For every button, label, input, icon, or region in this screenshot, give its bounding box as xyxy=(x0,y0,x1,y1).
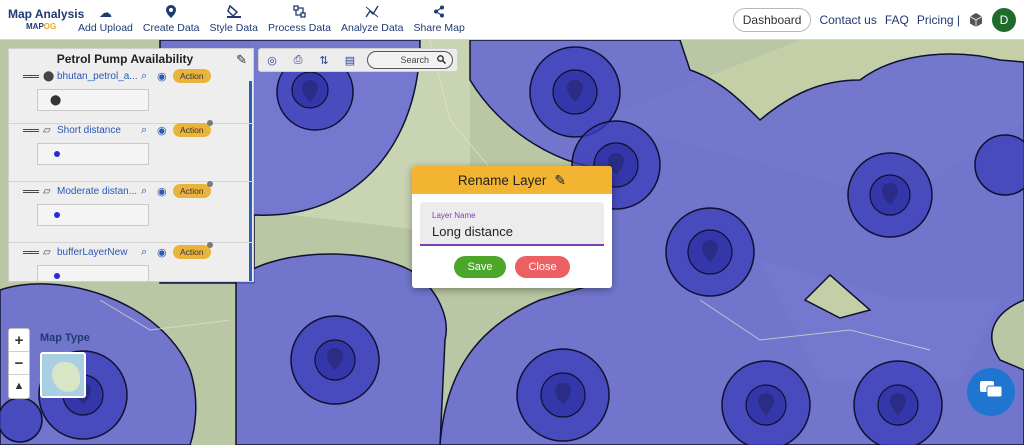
layer-row: ══ ▱ Short distance ⌕ ◉ Action xyxy=(9,120,253,181)
edit-icon[interactable]: ✎ xyxy=(236,52,247,68)
paint-bucket-icon xyxy=(226,4,241,20)
action-button[interactable]: Action xyxy=(173,242,213,259)
search-icon xyxy=(437,54,446,66)
legend-dot xyxy=(54,212,60,218)
status-dot xyxy=(206,181,213,187)
dialog-title: Rename Layer xyxy=(457,172,547,188)
brand-title: Map Analysis xyxy=(8,7,85,21)
status-dot xyxy=(206,242,213,248)
layer-name[interactable]: Moderate distan... xyxy=(57,186,141,197)
polygon-icon: ▱ xyxy=(43,185,51,197)
zoom-out-button[interactable]: − xyxy=(9,352,29,375)
brand-logo[interactable]: Map Analysis MAPOG xyxy=(0,7,85,31)
comment-icon[interactable]: ▤ xyxy=(337,54,363,67)
panel-title: Petrol Pump Availability xyxy=(56,52,194,66)
search-button[interactable]: Search xyxy=(367,51,453,69)
polygon-icon: ▱ xyxy=(43,246,51,258)
layer-legend: ⬤ xyxy=(37,89,149,111)
eye-icon[interactable]: ◉ xyxy=(157,246,171,259)
process-icon xyxy=(293,5,306,20)
chat-icon xyxy=(980,380,1003,404)
nav-add-upload[interactable]: ☁ Add Upload xyxy=(78,5,133,34)
measure-icon[interactable]: ⇅ xyxy=(311,54,337,67)
layer-name-field[interactable]: Layer Name xyxy=(420,202,604,246)
drag-handle-icon[interactable]: ══ xyxy=(23,123,43,137)
brand-subtitle: MAPOG xyxy=(26,22,57,31)
layer-row: ══ ▱ bufferLayerNew ⌕ ◉ Action xyxy=(9,242,253,281)
cloud-upload-icon: ☁ xyxy=(98,5,112,20)
map-pin-icon xyxy=(166,5,177,20)
zoom-to-layer-icon[interactable]: ⌕ xyxy=(141,70,157,83)
layer-legend xyxy=(37,143,149,165)
nav-style-data[interactable]: Style Data xyxy=(210,4,258,34)
nav-share-map[interactable]: Share Map xyxy=(413,5,465,34)
map-type-label: Map Type xyxy=(40,332,90,344)
drag-handle-icon[interactable]: ══ xyxy=(23,69,43,83)
zoom-to-layer-icon[interactable]: ⌕ xyxy=(141,124,157,137)
close-button[interactable]: Close xyxy=(515,256,570,278)
legend-dot xyxy=(54,273,60,279)
polygon-icon: ▱ xyxy=(43,124,51,136)
chat-button[interactable] xyxy=(967,368,1015,416)
drag-handle-icon[interactable]: ══ xyxy=(23,184,43,198)
zoom-controls: + − ▲ xyxy=(8,328,30,399)
avatar[interactable]: D xyxy=(992,8,1016,32)
action-button[interactable]: Action xyxy=(173,120,213,137)
save-button[interactable]: Save xyxy=(454,256,506,278)
pricing-link[interactable]: Pricing | xyxy=(917,13,960,27)
cube-icon[interactable] xyxy=(968,12,984,28)
zoom-in-button[interactable]: + xyxy=(9,329,29,352)
faq-link[interactable]: FAQ xyxy=(885,13,909,27)
layer-row: ══ ▱ Moderate distan... ⌕ ◉ Action xyxy=(9,181,253,242)
layer-panel: Petrol Pump Availability ✎ ══ ⬤ bhutan_p… xyxy=(8,48,254,282)
map-type-thumbnail[interactable] xyxy=(40,352,86,398)
layer-name[interactable]: bufferLayerNew xyxy=(57,247,141,258)
layer-row: ══ ⬤ bhutan_petrol_a... ⌕ ◉ Action ⬤ xyxy=(9,67,253,127)
dialog-header: Rename Layer ✎ xyxy=(412,166,612,194)
rename-layer-dialog: Rename Layer ✎ Layer Name Save Close xyxy=(412,166,612,288)
search-label: Search xyxy=(400,55,429,65)
map-tools-bar: ◎ ⎙ ⇅ ▤ Search xyxy=(258,48,458,72)
nav-analyze-data[interactable]: Analyze Data xyxy=(341,5,403,34)
status-dot xyxy=(206,120,213,126)
dashboard-button[interactable]: Dashboard xyxy=(732,8,812,32)
eye-icon[interactable]: ◉ xyxy=(157,124,171,137)
layer-legend xyxy=(37,265,149,281)
print-icon[interactable]: ⎙ xyxy=(285,54,311,67)
action-button[interactable]: Action xyxy=(173,181,213,198)
layer-name[interactable]: Short distance xyxy=(57,125,141,136)
pencil-icon: ✎ xyxy=(554,171,567,188)
action-button[interactable]: Action xyxy=(173,69,211,83)
field-label: Layer Name xyxy=(432,211,476,220)
reset-north-button[interactable]: ▲ xyxy=(9,375,29,398)
eye-icon[interactable]: ◉ xyxy=(157,70,171,83)
zoom-to-layer-icon[interactable]: ⌕ xyxy=(141,246,157,259)
map-pin-icon: ⬤ xyxy=(43,70,55,82)
layer-name[interactable]: bhutan_petrol_a... xyxy=(57,71,141,82)
legend-pin-icon: ⬤ xyxy=(50,94,62,106)
layer-name-input[interactable] xyxy=(432,224,592,239)
eye-icon[interactable]: ◉ xyxy=(157,185,171,198)
layer-legend xyxy=(37,204,149,226)
analyze-icon xyxy=(365,5,379,20)
drag-handle-icon[interactable]: ══ xyxy=(23,245,43,259)
nav-process-data[interactable]: Process Data xyxy=(268,5,331,34)
nav-create-data[interactable]: Create Data xyxy=(143,5,200,34)
nav-right-group: Dashboard Contact us FAQ Pricing | D xyxy=(732,0,1016,40)
zoom-to-layer-icon[interactable]: ⌕ xyxy=(141,185,157,198)
top-navbar: Map Analysis MAPOG ☁ Add Upload Create D… xyxy=(0,0,1024,40)
locate-icon[interactable]: ◎ xyxy=(259,54,285,67)
legend-dot xyxy=(54,151,60,157)
share-icon xyxy=(433,5,445,20)
contact-link[interactable]: Contact us xyxy=(819,13,876,27)
